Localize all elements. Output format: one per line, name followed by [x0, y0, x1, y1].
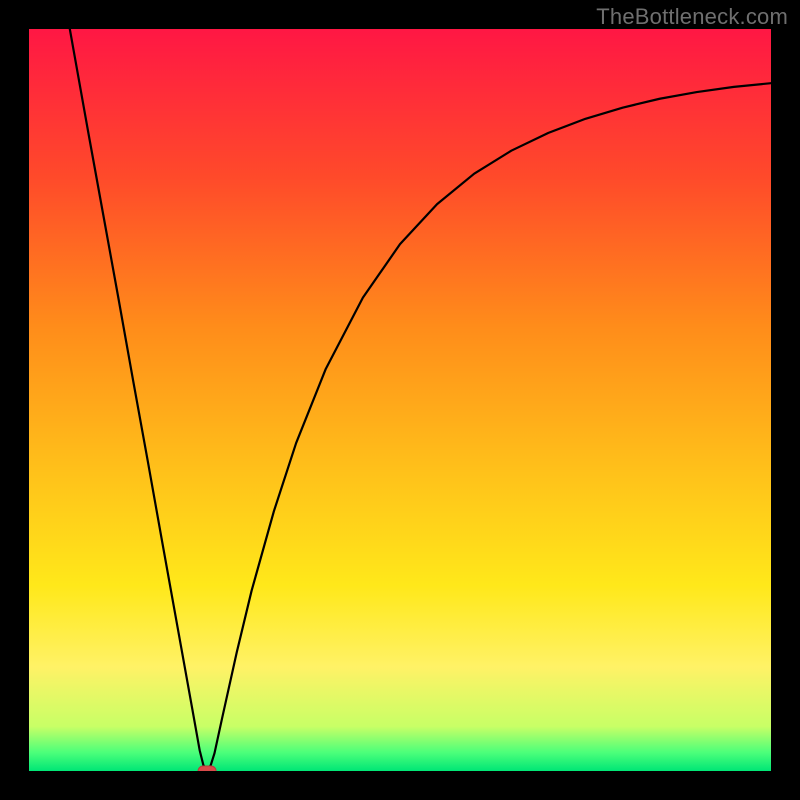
chart-background — [29, 29, 771, 771]
chart-svg — [29, 29, 771, 771]
chart-container: TheBottleneck.com — [0, 0, 800, 800]
bottleneck-chart — [29, 29, 771, 771]
watermark-text: TheBottleneck.com — [596, 4, 788, 30]
marker-optimal-point — [198, 766, 216, 771]
